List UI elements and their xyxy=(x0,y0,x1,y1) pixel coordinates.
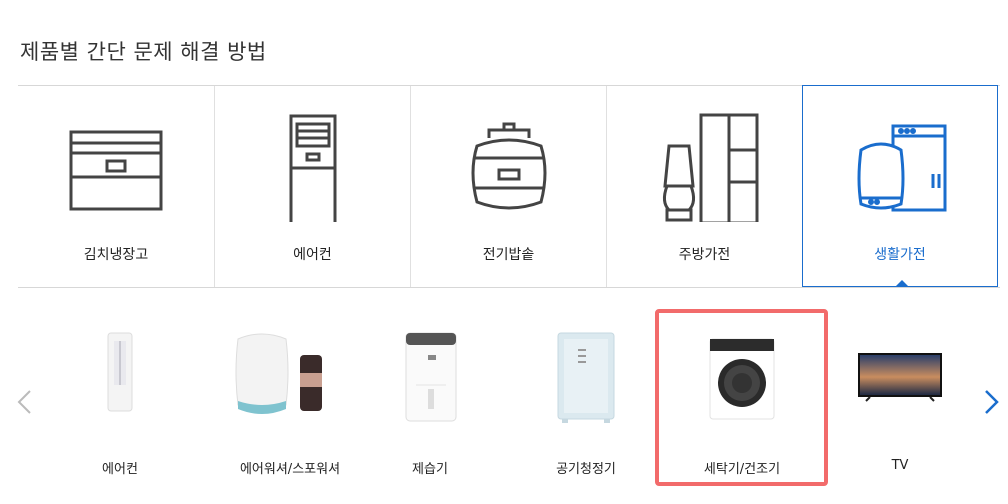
air-washer-icon xyxy=(235,333,322,414)
tab-label: 에어컨 xyxy=(293,247,332,263)
tab-kitchen-appliance[interactable]: 주방가전 xyxy=(606,86,802,287)
subcategory-air-purifier[interactable]: 공기청정기 xyxy=(526,295,646,485)
subcategory-label: TV xyxy=(891,458,909,473)
kimchi-fridge-icon xyxy=(69,130,163,211)
page-title: 제품별 간단 문제 해결 방법 xyxy=(20,40,267,64)
washing-machine-icon xyxy=(709,338,775,420)
subcategory-tv[interactable]: TV xyxy=(840,295,960,485)
tab-label: 생활가전 xyxy=(874,247,926,263)
tv-icon xyxy=(858,353,942,402)
rice-cooker-icon xyxy=(471,122,547,210)
chevron-left-icon[interactable] xyxy=(14,389,34,415)
tab-home-appliance[interactable]: 생활가전 xyxy=(802,85,998,287)
dehumidifier-icon xyxy=(405,332,457,422)
stand-air-conditioner-icon xyxy=(107,332,133,412)
tab-rice-cooker[interactable]: 전기밥솥 xyxy=(410,86,606,287)
category-tabs: 김치냉장고 에어컨 전기밥솥 주방가전 생활가전 xyxy=(18,85,1000,288)
air-purifier-icon xyxy=(557,332,615,423)
tab-label: 주방가전 xyxy=(678,247,731,263)
subcategory-air-washer[interactable]: 에어워셔/스포워셔 xyxy=(215,295,365,485)
tab-label: 김치냉장고 xyxy=(83,247,149,263)
subcategory-label: 제습기 xyxy=(412,462,448,477)
tab-kimchi-fridge[interactable]: 김치냉장고 xyxy=(18,86,214,287)
air-conditioner-icon xyxy=(289,114,337,222)
subcategory-carousel: 에어컨 에어워셔/스포워셔 제습기 공기청정기 세탁기/건조기 TV xyxy=(0,295,1008,500)
chevron-right-icon[interactable] xyxy=(982,389,1002,415)
active-caret xyxy=(895,280,909,287)
subcategory-label: 공기청정기 xyxy=(556,462,616,477)
subcategory-label: 에어컨 xyxy=(102,462,138,477)
subcategory-dehumidifier[interactable]: 제습기 xyxy=(370,295,490,485)
kitchen-appliance-icon xyxy=(662,113,759,222)
tab-air-conditioner[interactable]: 에어컨 xyxy=(214,86,410,287)
home-appliance-icon xyxy=(857,124,947,212)
tab-label: 전기밥솥 xyxy=(482,247,535,263)
subcategory-label: 세탁기/건조기 xyxy=(703,462,781,477)
subcategory-label: 에어워셔/스포워셔 xyxy=(239,462,341,477)
subcategory-washing-machine[interactable]: 세탁기/건조기 xyxy=(682,295,802,485)
subcategory-air-conditioner[interactable]: 에어컨 xyxy=(60,295,180,485)
